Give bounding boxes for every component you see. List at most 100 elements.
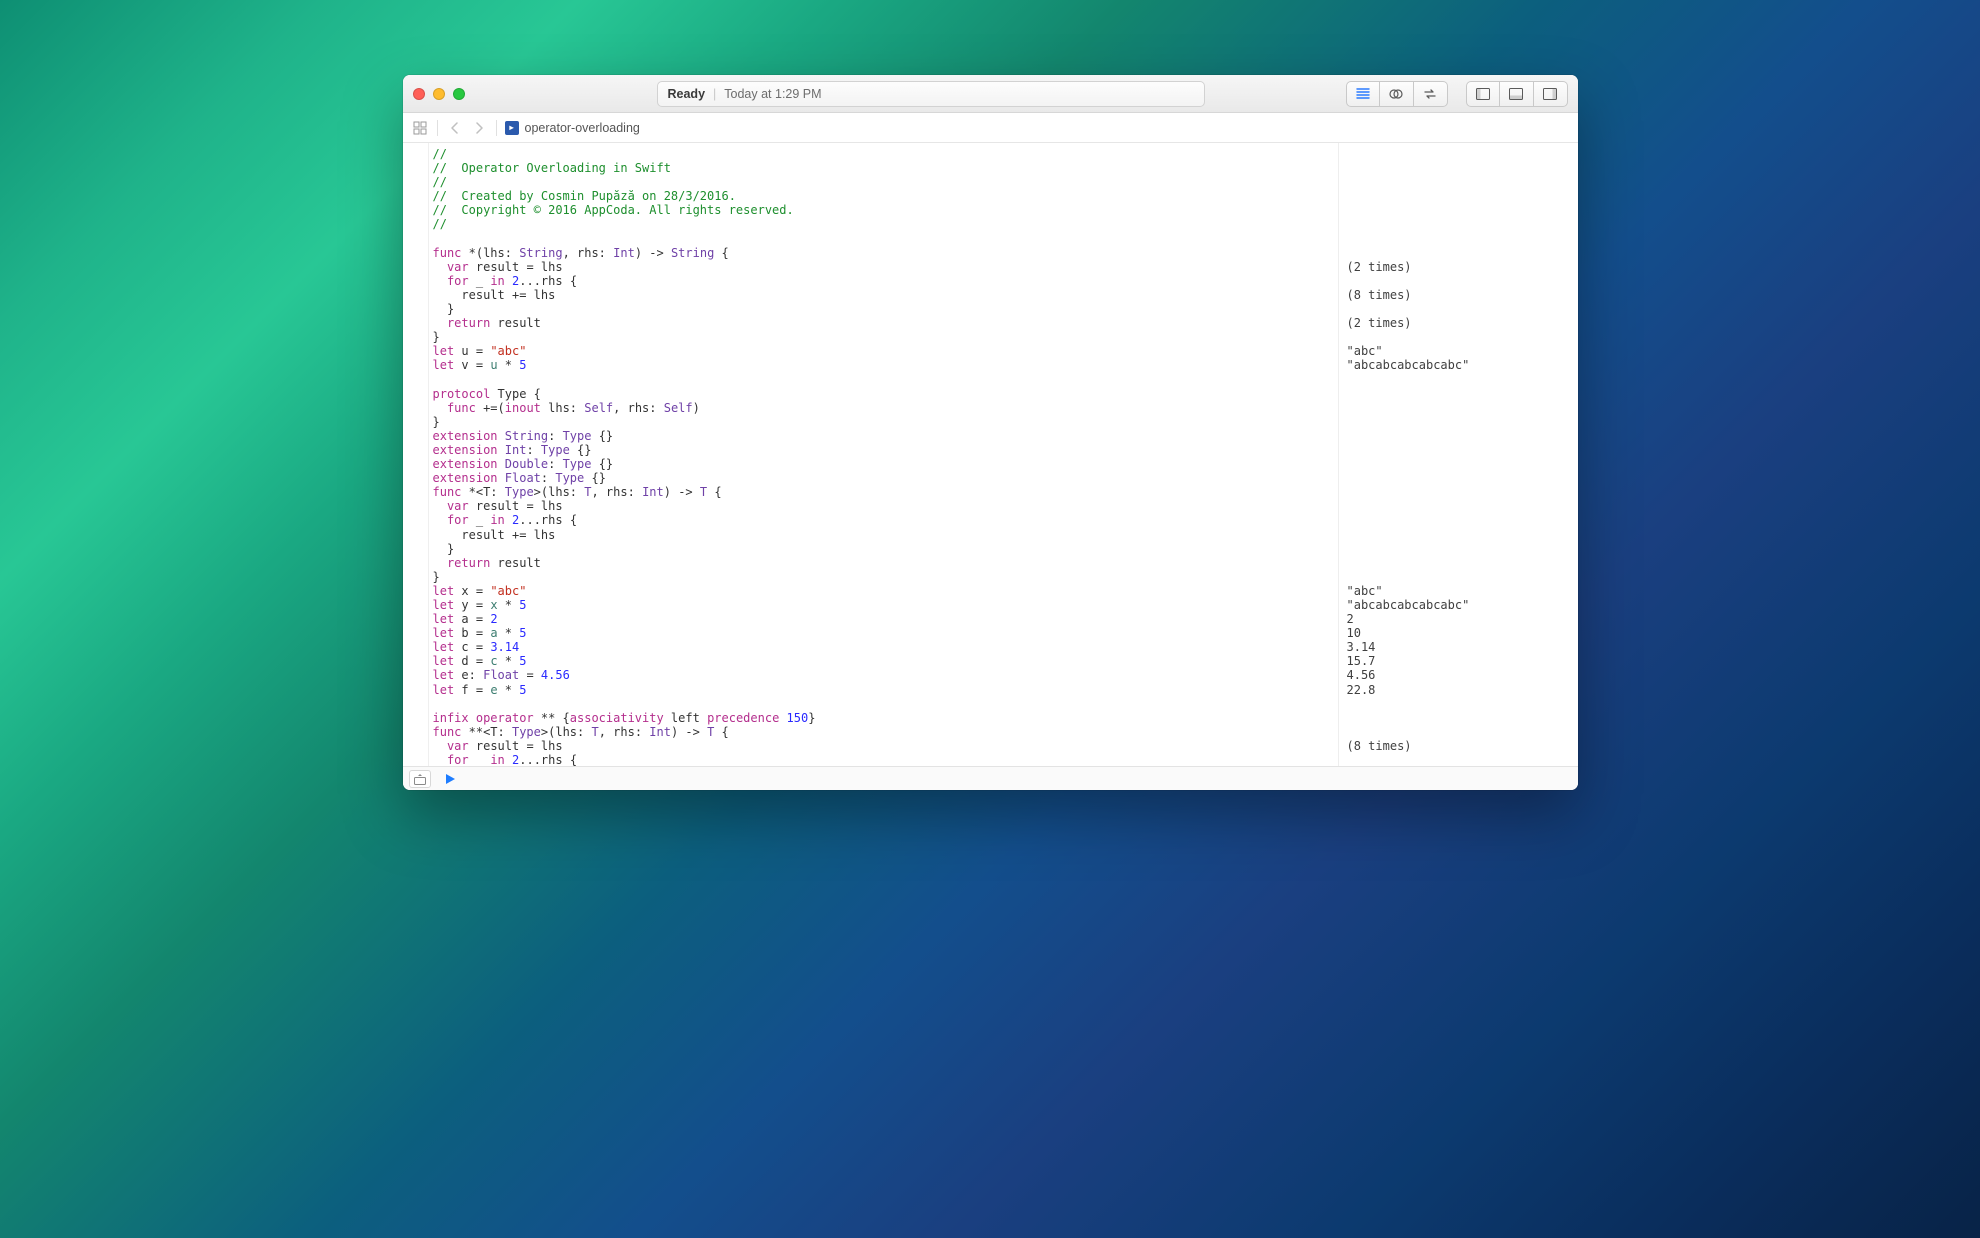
code-line[interactable]: result += lhs xyxy=(433,528,1338,542)
code-line[interactable]: result += lhs xyxy=(433,288,1338,302)
result-line xyxy=(1347,528,1578,542)
code-line[interactable]: let u = "abc" xyxy=(433,344,1338,358)
code-line[interactable]: var result = lhs xyxy=(433,739,1338,753)
playground-file-icon: ▸ xyxy=(505,121,519,135)
assistant-editor-button[interactable] xyxy=(1380,81,1414,107)
code-line[interactable]: } xyxy=(433,542,1338,556)
code-line[interactable]: infix operator ** {associativity left pr… xyxy=(433,711,1338,725)
code-line[interactable]: } xyxy=(433,415,1338,429)
code-content[interactable]: //// Operator Overloading in Swift//// C… xyxy=(429,143,1338,766)
code-line[interactable] xyxy=(433,697,1338,711)
tray-up-icon xyxy=(414,773,426,785)
result-line: "abc" xyxy=(1347,344,1578,358)
code-line[interactable]: func **<T: Type>(lhs: T, rhs: Int) -> T … xyxy=(433,725,1338,739)
debug-bar xyxy=(403,766,1578,790)
code-line[interactable]: let b = a * 5 xyxy=(433,626,1338,640)
jump-bar: ▸ operator-overloading xyxy=(403,113,1578,143)
code-line[interactable]: // Created by Cosmin Pupăză on 28/3/2016… xyxy=(433,189,1338,203)
code-line[interactable]: let d = c * 5 xyxy=(433,654,1338,668)
result-line: (8 times) xyxy=(1347,739,1578,753)
result-line xyxy=(1347,387,1578,401)
code-line[interactable]: } xyxy=(433,570,1338,584)
code-line[interactable]: // xyxy=(433,217,1338,231)
code-line[interactable]: func *<T: Type>(lhs: T, rhs: Int) -> T { xyxy=(433,485,1338,499)
window-controls xyxy=(413,88,465,100)
code-line[interactable]: // xyxy=(433,147,1338,161)
toggle-utilities-button[interactable] xyxy=(1534,81,1568,107)
result-line xyxy=(1347,203,1578,217)
venn-icon xyxy=(1388,86,1404,102)
zoom-button[interactable] xyxy=(453,88,465,100)
back-button[interactable] xyxy=(446,119,464,137)
code-line[interactable]: return result xyxy=(433,556,1338,570)
grid-icon xyxy=(413,121,427,135)
left-panel-icon xyxy=(1475,86,1491,102)
code-line[interactable]: let y = x * 5 xyxy=(433,598,1338,612)
arrows-icon xyxy=(1422,86,1438,102)
code-line[interactable]: // Operator Overloading in Swift xyxy=(433,161,1338,175)
code-line[interactable] xyxy=(433,373,1338,387)
code-line[interactable]: } xyxy=(433,330,1338,344)
code-line[interactable]: extension Int: Type {} xyxy=(433,443,1338,457)
code-line[interactable]: let c = 3.14 xyxy=(433,640,1338,654)
result-line: 4.56 xyxy=(1347,668,1578,682)
minimize-button[interactable] xyxy=(433,88,445,100)
code-line[interactable]: let x = "abc" xyxy=(433,584,1338,598)
chevron-right-icon xyxy=(472,121,486,135)
right-panel-icon xyxy=(1542,86,1558,102)
code-line[interactable]: func +=(inout lhs: Self, rhs: Self) xyxy=(433,401,1338,415)
source-editor[interactable]: //// Operator Overloading in Swift//// C… xyxy=(429,143,1338,766)
code-line[interactable]: for _ in 2...rhs { xyxy=(433,274,1338,288)
code-line[interactable]: let e: Float = 4.56 xyxy=(433,668,1338,682)
code-line[interactable]: } xyxy=(433,302,1338,316)
code-line[interactable]: extension Double: Type {} xyxy=(433,457,1338,471)
code-line[interactable]: func *(lhs: String, rhs: Int) -> String … xyxy=(433,246,1338,260)
close-button[interactable] xyxy=(413,88,425,100)
version-editor-button[interactable] xyxy=(1414,81,1448,107)
code-line[interactable]: // xyxy=(433,175,1338,189)
result-line xyxy=(1347,725,1578,739)
result-line xyxy=(1347,429,1578,443)
result-line xyxy=(1347,232,1578,246)
run-playground-button[interactable] xyxy=(441,770,459,788)
code-line[interactable]: // Copyright © 2016 AppCoda. All rights … xyxy=(433,203,1338,217)
code-line[interactable]: let a = 2 xyxy=(433,612,1338,626)
result-line: 15.7 xyxy=(1347,654,1578,668)
toggle-debug-button[interactable] xyxy=(1500,81,1534,107)
code-line[interactable]: var result = lhs xyxy=(433,499,1338,513)
activity-status: Ready | Today at 1:29 PM xyxy=(657,81,1205,107)
toggle-debug-area-button[interactable] xyxy=(409,770,431,788)
related-items-button[interactable] xyxy=(411,119,429,137)
code-line[interactable]: var result = lhs xyxy=(433,260,1338,274)
result-line: "abcabcabcabcabc" xyxy=(1347,598,1578,612)
code-line[interactable]: for _ in 2...rhs { xyxy=(433,753,1338,766)
chevron-left-icon xyxy=(448,121,462,135)
code-line[interactable]: extension String: Type {} xyxy=(433,429,1338,443)
editor-area: //// Operator Overloading in Swift//// C… xyxy=(403,143,1578,766)
toggle-navigator-button[interactable] xyxy=(1466,81,1500,107)
result-line xyxy=(1347,415,1578,429)
code-line[interactable]: protocol Type { xyxy=(433,387,1338,401)
status-separator: | xyxy=(713,87,716,101)
status-label: Ready xyxy=(668,87,706,101)
result-line: 22.8 xyxy=(1347,683,1578,697)
result-line xyxy=(1347,302,1578,316)
code-line[interactable]: let f = e * 5 xyxy=(433,683,1338,697)
result-line xyxy=(1347,175,1578,189)
code-line[interactable]: let v = u * 5 xyxy=(433,358,1338,372)
code-line[interactable]: extension Float: Type {} xyxy=(433,471,1338,485)
code-line[interactable]: for _ in 2...rhs { xyxy=(433,513,1338,527)
editor-gutter xyxy=(403,143,429,766)
code-line[interactable] xyxy=(433,232,1338,246)
bottom-panel-icon xyxy=(1508,86,1524,102)
result-line xyxy=(1347,457,1578,471)
code-line[interactable]: return result xyxy=(433,316,1338,330)
forward-button[interactable] xyxy=(470,119,488,137)
result-line xyxy=(1347,246,1578,260)
status-detail: Today at 1:29 PM xyxy=(724,87,821,101)
result-line xyxy=(1347,330,1578,344)
lines-icon xyxy=(1355,86,1371,102)
breadcrumb-file[interactable]: operator-overloading xyxy=(525,121,640,135)
standard-editor-button[interactable] xyxy=(1346,81,1380,107)
editor-mode-group xyxy=(1346,81,1448,107)
